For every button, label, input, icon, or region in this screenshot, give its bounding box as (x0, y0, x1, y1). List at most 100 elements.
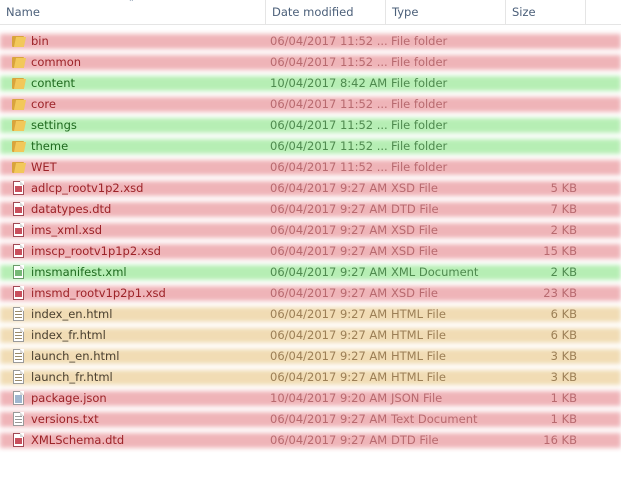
file-row[interactable]: ims_xml.xsd 06/04/2017 9:27 AM XSD File 2 K… (0, 220, 621, 241)
file-type: HTML File (391, 370, 446, 384)
file-row[interactable]: theme 06/04/2017 11:52 ... File folder (0, 136, 621, 157)
file-date-modified: 06/04/2017 9:27 AM (270, 265, 388, 279)
file-type: Text Document (391, 412, 478, 426)
file-type: XSD File (391, 286, 438, 300)
file-size: 2 KB (550, 223, 577, 237)
file-size: 5 KB (550, 181, 577, 195)
file-row[interactable]: launch_en.html 06/04/2017 9:27 AM HTML Fil… (0, 346, 621, 367)
file-row[interactable]: adlcp_rootv1p2.xsd 06/04/2017 9:27 AM XSD … (0, 178, 621, 199)
file-name: imscp_rootv1p1p2.xsd (31, 244, 161, 258)
json-file-icon (11, 388, 27, 409)
file-name: index_fr.html (31, 328, 106, 342)
file-name: versions.txt (31, 412, 99, 426)
sort-ascending-icon: ⌃ (128, 0, 135, 7)
file-date-modified: 06/04/2017 9:27 AM (270, 328, 388, 342)
file-type: File folder (391, 97, 448, 111)
file-list: bin 06/04/2017 11:52 ... File folder common… (0, 31, 621, 451)
xsd-file-icon (11, 220, 27, 241)
folder-icon (11, 157, 27, 178)
file-type: File folder (391, 118, 448, 132)
file-name: launch_en.html (31, 349, 120, 363)
file-date-modified: 06/04/2017 9:27 AM (270, 370, 388, 384)
file-size (505, 94, 577, 115)
file-date-modified: 06/04/2017 11:52 ... (270, 55, 388, 69)
file-size: 2 KB (550, 265, 577, 279)
file-name: theme (31, 139, 69, 153)
file-size: 7 KB (550, 202, 577, 216)
column-header-size[interactable]: Size (505, 0, 585, 24)
column-header-size-label: Size (512, 5, 536, 19)
file-row[interactable]: WET 06/04/2017 11:52 ... File folder (0, 157, 621, 178)
file-row[interactable]: imsmd_rootv1p2p1.xsd 06/04/2017 9:27 AM XS… (0, 283, 621, 304)
file-size (505, 73, 577, 94)
file-row[interactable]: settings 06/04/2017 11:52 ... File folder (0, 115, 621, 136)
file-type: HTML File (391, 328, 446, 342)
file-name: bin (31, 34, 49, 48)
file-date-modified: 06/04/2017 9:27 AM (270, 286, 388, 300)
file-size (505, 31, 577, 52)
file-name: core (31, 97, 56, 111)
file-row[interactable]: datatypes.dtd 06/04/2017 9:27 AM DTD File 7… (0, 199, 621, 220)
html-file-icon (11, 304, 27, 325)
file-type: HTML File (391, 349, 446, 363)
file-type: XSD File (391, 223, 438, 237)
file-row[interactable]: common 06/04/2017 11:52 ... File folder (0, 52, 621, 73)
html-file-icon (11, 367, 27, 388)
file-row[interactable]: content 10/04/2017 8:42 AM File folder (0, 73, 621, 94)
file-row[interactable]: launch_fr.html 06/04/2017 9:27 AM HTML Fil… (0, 367, 621, 388)
file-size (505, 115, 577, 136)
file-name: ims_xml.xsd (31, 223, 103, 237)
column-header-date[interactable]: Date modified (265, 0, 385, 24)
folder-icon (11, 73, 27, 94)
html-file-icon (11, 346, 27, 367)
file-date-modified: 10/04/2017 9:20 AM (270, 391, 388, 405)
xsd-file-icon (11, 283, 27, 304)
file-explorer-list: Name ⌃ Date modified Type Size bin 06/04/… (0, 0, 621, 500)
file-date-modified: 10/04/2017 8:42 AM (270, 76, 388, 90)
file-type: XSD File (391, 181, 438, 195)
txt-file-icon (11, 409, 27, 430)
file-type: File folder (391, 55, 448, 69)
folder-icon (11, 31, 27, 52)
file-size (505, 52, 577, 73)
file-type: XML Document (391, 265, 479, 279)
file-date-modified: 06/04/2017 9:27 AM (270, 181, 388, 195)
column-header-type[interactable]: Type (385, 0, 505, 24)
file-size: 1 KB (550, 391, 577, 405)
xsd-file-icon (11, 241, 27, 262)
file-row[interactable]: imsmanifest.xml 06/04/2017 9:27 AM XML Doc… (0, 262, 621, 283)
file-row[interactable]: versions.txt 06/04/2017 9:27 AM Text Docum… (0, 409, 621, 430)
file-row[interactable]: index_en.html 06/04/2017 9:27 AM HTML File… (0, 304, 621, 325)
column-header-spacer (585, 0, 621, 24)
xml-file-icon (11, 262, 27, 283)
file-date-modified: 06/04/2017 9:27 AM (270, 307, 388, 321)
folder-icon (11, 94, 27, 115)
xsd-file-icon (11, 178, 27, 199)
file-row[interactable]: imscp_rootv1p1p2.xsd 06/04/2017 9:27 AM XS… (0, 241, 621, 262)
file-name: settings (31, 118, 77, 132)
file-row[interactable]: package.json 10/04/2017 9:20 AM JSON File 1… (0, 388, 621, 409)
file-type: File folder (391, 34, 448, 48)
file-date-modified: 06/04/2017 9:27 AM (270, 244, 388, 258)
column-header-date-label: Date modified (272, 5, 354, 19)
file-size: 6 KB (550, 307, 577, 321)
column-header-name[interactable]: Name ⌃ (0, 0, 265, 24)
file-row[interactable]: XMLSchema.dtd 06/04/2017 9:27 AM DTD File 1… (0, 430, 621, 451)
column-header-type-label: Type (392, 5, 419, 19)
file-name: content (31, 76, 76, 90)
file-date-modified: 06/04/2017 9:27 AM (270, 433, 388, 447)
file-row[interactable]: index_fr.html 06/04/2017 9:27 AM HTML File… (0, 325, 621, 346)
file-name: XMLSchema.dtd (31, 433, 125, 447)
file-row[interactable]: core 06/04/2017 11:52 ... File folder (0, 94, 621, 115)
file-size: 6 KB (550, 328, 577, 342)
file-type: File folder (391, 160, 448, 174)
dtd-file-icon (11, 430, 27, 451)
column-header-name-label: Name (6, 5, 40, 19)
file-size (505, 157, 577, 178)
file-name: WET (31, 160, 57, 174)
file-row[interactable]: bin 06/04/2017 11:52 ... File folder (0, 31, 621, 52)
file-type: XSD File (391, 244, 438, 258)
file-date-modified: 06/04/2017 9:27 AM (270, 202, 388, 216)
file-size: 23 KB (543, 286, 577, 300)
folder-icon (11, 136, 27, 157)
